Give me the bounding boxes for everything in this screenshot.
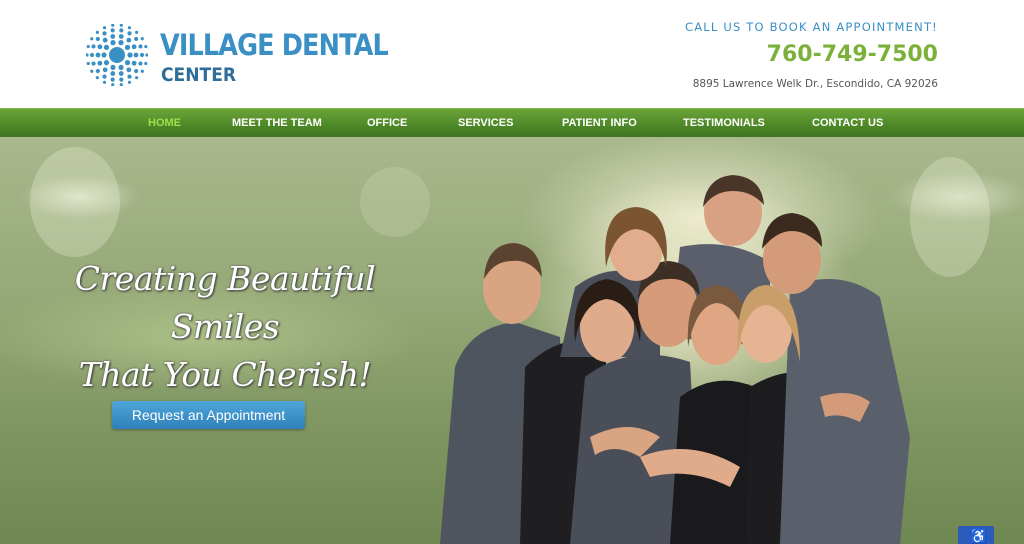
logo-dot [119, 24, 123, 27]
logo-dot [111, 24, 115, 27]
logo-dot [140, 37, 144, 41]
logo-dot [124, 60, 131, 66]
logo-dot [110, 77, 115, 82]
logo-dot [118, 40, 124, 46]
logo-dot [131, 60, 137, 66]
headline-line2: That You Cherish! [78, 355, 372, 394]
logo-dot [86, 53, 89, 57]
logo-dot [119, 28, 124, 33]
logo-dot [102, 67, 108, 73]
logo-dot [118, 71, 124, 76]
logo-dot [102, 26, 107, 30]
logo-dot [110, 40, 116, 46]
logo-dot [127, 31, 132, 36]
booking-cta: CALL US TO BOOK AN APPOINTMENT! [684, 20, 938, 34]
logo-dot [89, 52, 95, 58]
logo-dot [134, 36, 139, 42]
logo-dot [124, 44, 131, 50]
logo-dot [135, 76, 139, 80]
nav-services[interactable]: SERVICES [458, 117, 513, 129]
nav-office[interactable]: OFFICE [367, 117, 407, 129]
logo-dot [102, 80, 107, 84]
hero-banner: Creating Beautiful Smiles That You Cheri… [0, 137, 1024, 544]
logo-dot [110, 28, 115, 33]
logo-dot [110, 34, 116, 39]
logo-dot [126, 67, 132, 73]
accessibility-button[interactable]: ♿ [958, 526, 994, 544]
logo-dot [110, 64, 116, 70]
logo-dot [144, 61, 148, 66]
site-header: VILLAGE DENTAL CENTER CALL US TO BOOK AN… [0, 0, 1024, 108]
logo-dot [97, 44, 103, 50]
logo-dot [127, 80, 132, 84]
main-nav: HOME MEET THE TEAM OFFICE SERVICES PATIE… [0, 108, 1024, 137]
phone-number[interactable]: 760-749-7500 [685, 42, 938, 67]
nav-home[interactable]: HOME [148, 117, 181, 129]
logo-dot [135, 30, 139, 34]
logo-dot [91, 44, 96, 49]
contact-block: CALL US TO BOOK AN APPOINTMENT! 760-749-… [685, 20, 938, 90]
logo-dot [95, 36, 100, 42]
logo-dot [119, 83, 123, 86]
logo-dot [133, 52, 139, 58]
accessibility-icon: ♿ [970, 528, 988, 544]
logo-dot [144, 44, 148, 49]
logo-dot [145, 53, 148, 57]
logo-dot [95, 68, 100, 74]
logo-dot [95, 52, 101, 58]
logo-dot [131, 44, 137, 50]
request-appointment-button[interactable]: Request an Appointment [112, 401, 305, 429]
headline-line1: Creating Beautiful Smiles [74, 259, 376, 346]
logo-dot [102, 31, 107, 36]
logo-dot [86, 44, 90, 49]
logo-subname: CENTER [161, 64, 237, 86]
logo[interactable]: VILLAGE DENTAL CENTER [86, 24, 389, 88]
logo-dot [90, 69, 94, 73]
nav-meet-the-team[interactable]: MEET THE TEAM [232, 117, 322, 129]
nav-patient-info[interactable]: PATIENT INFO [562, 117, 637, 129]
logo-dot [86, 61, 90, 66]
hero-headline: Creating Beautiful Smiles That You Cheri… [70, 255, 380, 399]
logo-dot [118, 64, 124, 70]
logo-name: VILLAGE DENTAL [160, 28, 389, 62]
logo-dot [134, 68, 139, 74]
nav-contact-us[interactable]: CONTACT US [812, 117, 883, 129]
logo-dot [97, 60, 103, 66]
sunburst-logo-icon [86, 24, 148, 86]
logo-dot [139, 52, 145, 58]
logo-dot [91, 61, 96, 66]
logo-dot [111, 83, 115, 86]
logo-dot [118, 34, 124, 39]
logo-dot [127, 74, 132, 79]
logo-dot [119, 77, 124, 82]
logo-dot [126, 37, 132, 43]
logo-dot [138, 44, 143, 49]
logo-dot [90, 37, 94, 41]
logo-dot [103, 44, 110, 50]
logo-dot [95, 76, 99, 80]
logo-dot [95, 30, 99, 34]
logo-dot [102, 74, 107, 79]
logo-dot [102, 37, 108, 43]
logo-dot [140, 69, 144, 73]
logo-dot [101, 52, 107, 58]
address: 8895 Lawrence Welk Dr., Escondido, CA 92… [692, 78, 938, 90]
logo-dot [127, 26, 132, 30]
logo-dot [138, 61, 143, 66]
nav-testimonials[interactable]: TESTIMONIALS [683, 117, 765, 129]
logo-dot [110, 71, 116, 76]
logo-dot [103, 60, 110, 66]
logo-dot [127, 52, 133, 58]
